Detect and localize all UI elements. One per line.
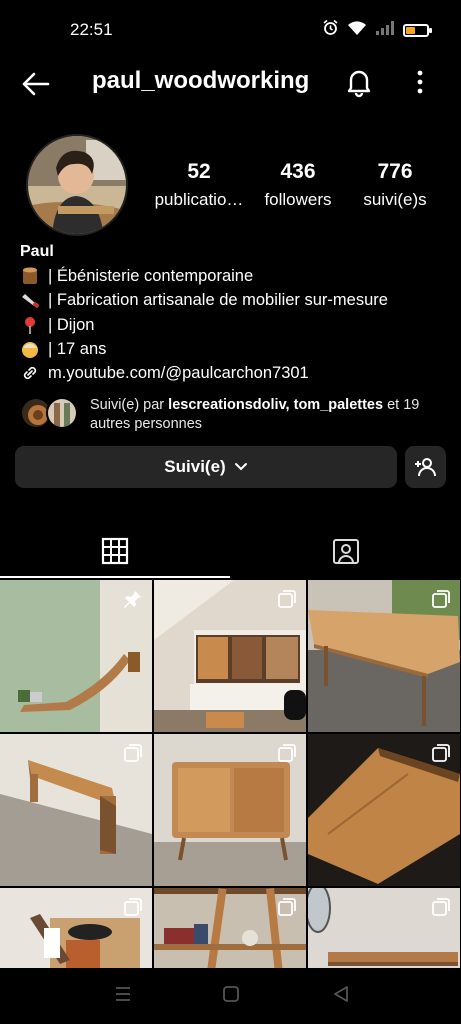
followed-by-text: Suivi(e) par lescreationsdoliv, tom_pale… <box>90 396 450 434</box>
more-options-button[interactable] <box>405 66 435 98</box>
post-thumbnail[interactable] <box>308 888 460 968</box>
profile-name: Paul <box>20 243 54 260</box>
signal-icon <box>375 20 395 41</box>
bio-line-making: | Fabrication artisanale de mobilier sur… <box>20 288 450 312</box>
more-vertical-icon <box>417 70 423 94</box>
profile-tabs <box>0 524 461 578</box>
bio-line-age: | 17 ans <box>20 337 450 361</box>
home-square-icon <box>223 986 239 1002</box>
tab-tagged[interactable] <box>231 524 461 578</box>
arrow-left-icon <box>22 72 50 96</box>
chevron-down-icon <box>234 463 247 471</box>
stat-posts[interactable]: 52 publicatio… <box>150 160 248 210</box>
status-bar: 22:51 <box>0 0 461 56</box>
link-icon <box>20 363 42 383</box>
saw-icon <box>20 291 42 311</box>
bio-line-text: | Fabrication artisanale de mobilier sur… <box>48 291 388 310</box>
post-thumbnail[interactable] <box>154 888 306 968</box>
bio-line-location: | Dijon <box>20 313 450 337</box>
add-person-icon <box>414 458 436 477</box>
wifi-icon <box>347 20 367 41</box>
bio-line-text: | 17 ans <box>48 339 107 358</box>
notifications-button[interactable] <box>343 66 375 98</box>
status-icons <box>322 19 432 41</box>
stat-followers-value: 436 <box>280 160 316 183</box>
stat-posts-value: 52 <box>187 160 211 183</box>
profile-actions: Suivi(e) <box>15 446 446 488</box>
pin-icon <box>124 591 141 608</box>
stat-following-label: suivi(e)s <box>363 190 427 209</box>
grid-icon <box>101 537 129 565</box>
system-back-button[interactable] <box>332 984 350 1009</box>
carousel-icon <box>124 898 142 916</box>
post-thumbnail[interactable] <box>308 580 460 732</box>
carousel-icon <box>124 744 142 762</box>
carousel-icon <box>278 744 296 762</box>
bell-icon <box>347 70 371 98</box>
bio-link-text[interactable]: m.youtube.com/@paulcarchon7301 <box>48 361 309 385</box>
stat-following[interactable]: 776 suivi(e)s <box>354 160 436 210</box>
post-thumbnail[interactable] <box>0 888 152 968</box>
stat-posts-label: publicatio… <box>154 190 244 209</box>
stat-following-value: 776 <box>377 160 413 183</box>
bio-line-text: | Dijon <box>48 315 95 334</box>
menu-icon <box>116 987 130 1001</box>
followed-by-prefix: Suivi(e) par <box>90 397 169 413</box>
followed-by-names: lescreationsdoliv, tom_palettes <box>168 397 384 413</box>
system-navigation-bar <box>0 968 461 1024</box>
posts-grid <box>0 580 461 968</box>
carousel-icon <box>278 898 296 916</box>
profile-bio: Paul | Ébénisterie contemporaine | Fabri… <box>20 240 450 385</box>
pin-icon <box>20 315 42 335</box>
post-thumbnail[interactable] <box>0 734 152 886</box>
home-button[interactable] <box>222 984 240 1009</box>
suggested-people-button[interactable] <box>405 446 446 488</box>
following-button[interactable]: Suivi(e) <box>15 446 397 488</box>
wood-icon <box>20 266 42 286</box>
stat-followers-label: followers <box>264 190 332 209</box>
followed-by-avatars <box>20 395 82 431</box>
recent-apps-button[interactable] <box>114 984 132 1009</box>
profile-username: paul_woodworking <box>92 67 310 94</box>
post-thumbnail[interactable] <box>0 580 152 732</box>
post-thumbnail[interactable] <box>154 580 306 732</box>
tab-posts[interactable] <box>0 524 230 578</box>
bio-line-text: | Ébénisterie contemporaine <box>48 267 254 286</box>
battery-icon <box>403 23 432 37</box>
avatar[interactable] <box>26 134 128 236</box>
alarm-icon <box>322 19 339 41</box>
bio-link[interactable]: m.youtube.com/@paulcarchon7301 <box>20 361 450 385</box>
status-time: 22:51 <box>70 20 113 39</box>
back-button[interactable] <box>20 68 52 100</box>
carousel-icon <box>278 590 296 608</box>
post-thumbnail[interactable] <box>154 734 306 886</box>
tagged-person-icon <box>333 539 359 564</box>
carousel-icon <box>432 744 450 762</box>
post-thumbnail[interactable] <box>308 734 460 886</box>
avatar <box>46 397 78 429</box>
profile-header: paul_woodworking <box>0 56 461 110</box>
person-icon <box>20 339 42 359</box>
triangle-back-icon <box>334 986 348 1002</box>
avatar-photo <box>28 136 126 234</box>
following-button-label: Suivi(e) <box>164 457 226 476</box>
bio-line-craft: | Ébénisterie contemporaine <box>20 264 450 288</box>
stat-followers[interactable]: 436 followers <box>250 160 346 210</box>
carousel-icon <box>432 590 450 608</box>
carousel-icon <box>432 898 450 916</box>
followed-by[interactable]: Suivi(e) par lescreationsdoliv, tom_pale… <box>20 393 450 433</box>
